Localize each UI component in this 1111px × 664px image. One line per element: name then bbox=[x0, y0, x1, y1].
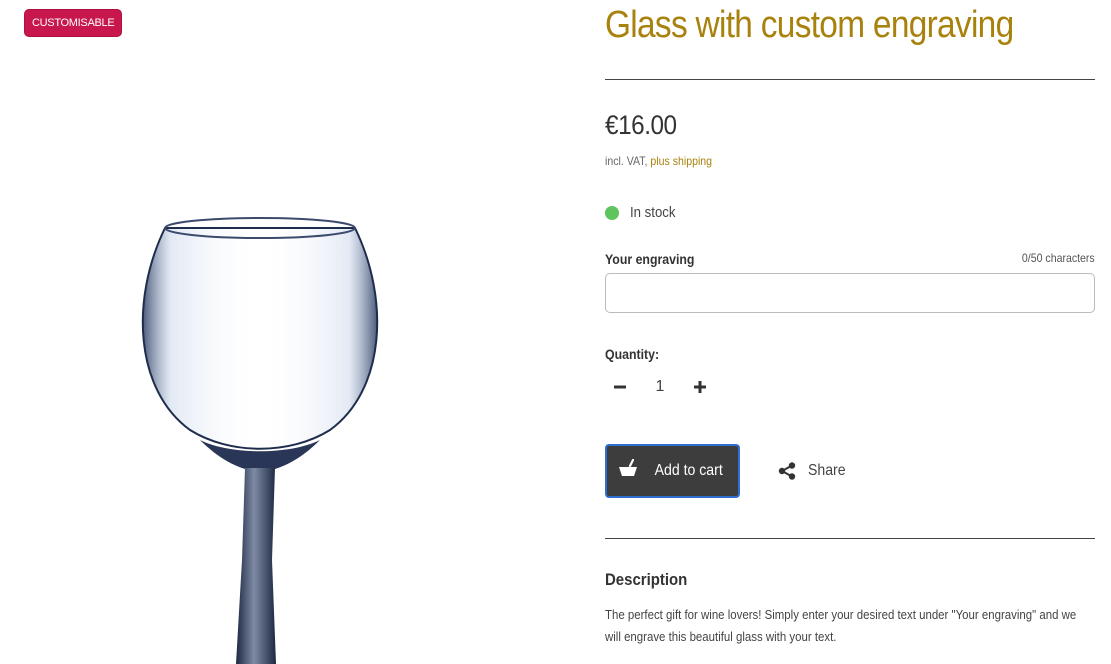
description-text: The perfect gift for wine lovers! Simply… bbox=[605, 607, 1077, 644]
quantity-increase-button[interactable] bbox=[685, 372, 715, 402]
quantity-label: Quantity: bbox=[605, 346, 660, 362]
product-gallery[interactable] bbox=[0, 0, 560, 664]
share-button[interactable]: Share bbox=[778, 458, 851, 484]
engraving-label: Your engraving bbox=[605, 251, 695, 267]
quantity-decrease-button[interactable] bbox=[605, 372, 635, 402]
stock-indicator-icon bbox=[605, 205, 619, 220]
product-price: €16.00 bbox=[605, 110, 677, 140]
quantity-stepper: 1 bbox=[605, 372, 715, 402]
add-to-cart-button[interactable]: Add to cart bbox=[605, 444, 740, 498]
divider bbox=[605, 79, 1095, 80]
customisable-badge: CUSTOMISABLE bbox=[25, 10, 122, 36]
stock-status: In stock bbox=[605, 204, 682, 221]
quantity-input[interactable]: 1 bbox=[635, 372, 685, 402]
product-title: Glass with custom engraving bbox=[605, 4, 1014, 46]
description-heading: Description bbox=[605, 570, 688, 589]
tax-prefix: incl. VAT, bbox=[605, 154, 651, 168]
tax-note: incl. VAT, plus shipping bbox=[605, 154, 712, 168]
engraving-char-counter: 0/50 characters bbox=[1022, 251, 1095, 265]
divider bbox=[605, 538, 1095, 539]
engraving-input[interactable] bbox=[605, 273, 1095, 313]
product-image[interactable] bbox=[0, 0, 560, 664]
add-to-cart-label: Add to cart bbox=[654, 462, 723, 479]
shipping-link[interactable]: plus shipping bbox=[650, 154, 712, 168]
share-label: Share bbox=[808, 462, 846, 479]
minus-icon bbox=[614, 385, 626, 389]
basket-icon bbox=[618, 459, 637, 476]
plus-icon bbox=[694, 381, 706, 393]
stock-label: In stock bbox=[630, 204, 676, 221]
share-icon bbox=[778, 462, 796, 480]
